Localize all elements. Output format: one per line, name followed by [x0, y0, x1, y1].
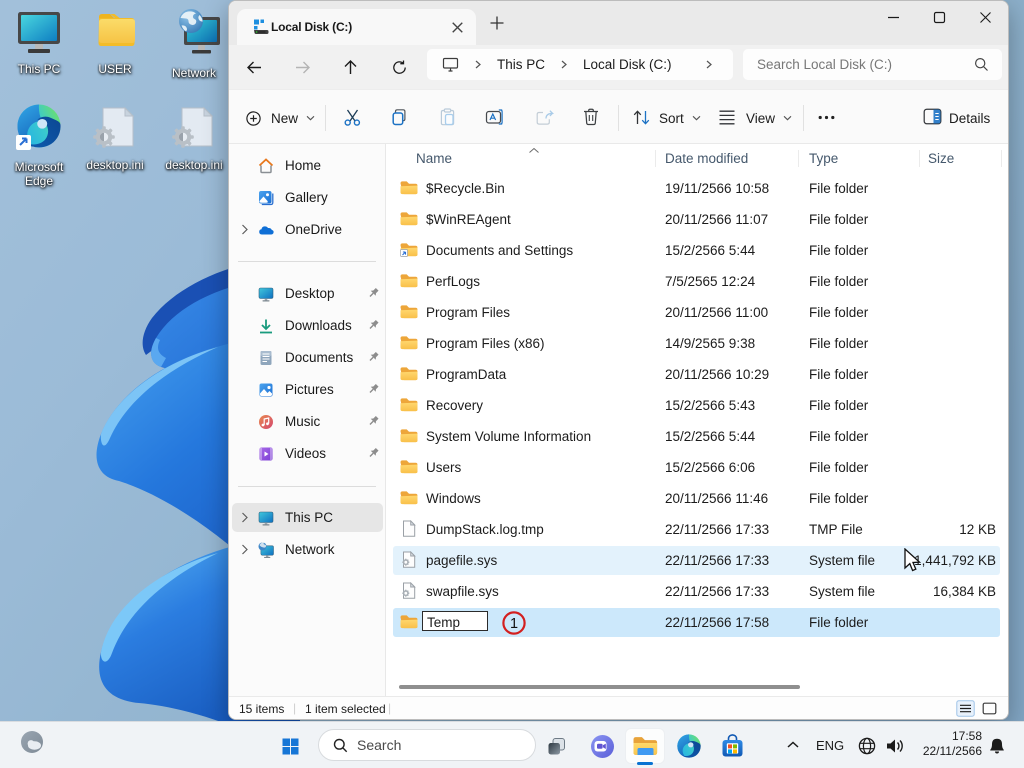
- svg-text:1: 1: [510, 616, 518, 632]
